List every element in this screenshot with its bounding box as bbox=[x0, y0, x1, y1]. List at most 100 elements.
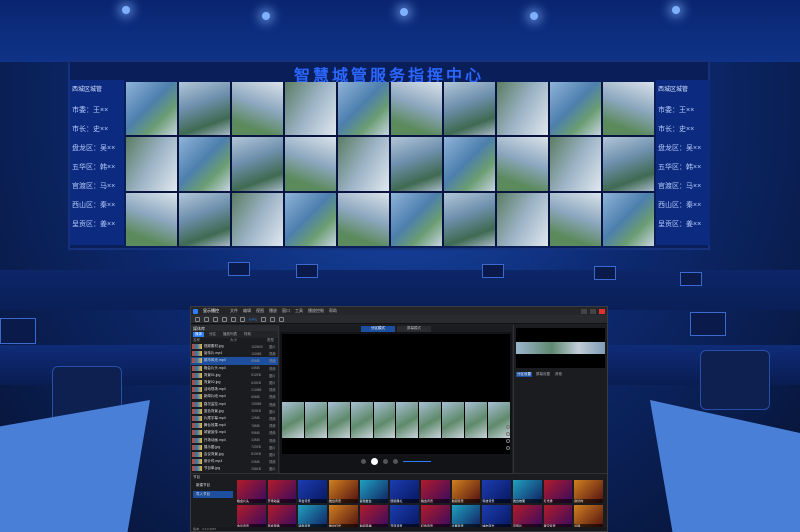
stop-icon[interactable] bbox=[383, 458, 388, 464]
tab-media[interactable]: 媒体 bbox=[193, 332, 204, 337]
grid-icon[interactable] bbox=[506, 446, 510, 450]
media-file-row[interactable]: 展示图.jpg 720KB 图片 bbox=[191, 444, 278, 451]
tab-screen-settings[interactable]: 屏幕设置 bbox=[535, 372, 551, 377]
media-file-name: 路况监控.mp4 bbox=[203, 401, 226, 406]
menu-tools[interactable]: 工具 bbox=[295, 308, 303, 314]
fit-icon[interactable] bbox=[506, 439, 510, 443]
new-program-button[interactable]: 新建节目 bbox=[193, 482, 233, 489]
media-thumbnail bbox=[192, 415, 202, 421]
menu-view[interactable]: 视图 bbox=[256, 308, 264, 314]
previous-icon[interactable] bbox=[361, 458, 366, 464]
program-thumbnail[interactable]: 科技背景 bbox=[482, 480, 511, 503]
layout-icon[interactable] bbox=[278, 316, 284, 322]
media-file-row[interactable]: 路况监控.mp4 190MB 视频 bbox=[191, 401, 278, 408]
record-icon[interactable] bbox=[260, 316, 266, 322]
program-thumbnail[interactable]: 晚会背景 bbox=[420, 480, 450, 503]
media-file-row[interactable]: 城管宣传.mp4 95MB 视频 bbox=[191, 429, 278, 436]
program-thumbnail[interactable]: 灯光秀 bbox=[543, 480, 573, 503]
open-icon[interactable] bbox=[204, 316, 209, 322]
program-thumbnail[interactable]: 年会现场 bbox=[267, 505, 297, 528]
media-file-row[interactable]: 宣传片.mp4 102MB 视频 bbox=[191, 350, 278, 357]
program-thumbnail[interactable]: 宣传片 bbox=[512, 505, 542, 528]
desk-monitor bbox=[228, 262, 250, 276]
tab-partition-settings[interactable]: 分区设置 bbox=[516, 372, 532, 377]
undo-icon[interactable] bbox=[222, 316, 227, 322]
media-file-row[interactable]: 活动现场.mp4 210MB 视频 bbox=[191, 386, 278, 393]
volume-slider[interactable] bbox=[403, 460, 431, 462]
menu-edit[interactable]: 编辑 bbox=[243, 308, 251, 314]
program-label: 颁奖典礼 bbox=[390, 499, 419, 503]
menu-file[interactable]: 文件 bbox=[230, 308, 238, 314]
media-file-size: 810KB bbox=[251, 452, 261, 457]
close-button[interactable] bbox=[599, 308, 605, 314]
program-thumbnail[interactable]: 星空背景 bbox=[543, 505, 573, 528]
preview-tile bbox=[396, 402, 419, 438]
settings-icon[interactable] bbox=[240, 316, 245, 322]
media-file-row[interactable]: 晚会片头.mp4 44MB 视频 bbox=[191, 365, 278, 372]
menu-window[interactable]: 窗口 bbox=[282, 308, 290, 314]
column-size[interactable]: 大小 bbox=[230, 338, 237, 343]
redo-icon[interactable] bbox=[231, 316, 236, 322]
program-thumbnail[interactable]: 新闻背景 bbox=[451, 480, 481, 503]
tab-partition-mode[interactable]: 分区模式 bbox=[361, 326, 395, 332]
media-file-row[interactable]: 倒计时.mp4 20MB 视频 bbox=[191, 458, 278, 465]
media-file-row[interactable]: 城市风光.mp4 85MB 视频 bbox=[191, 357, 278, 365]
program-thumbnail[interactable]: 会议背景 bbox=[237, 505, 266, 528]
media-file-row[interactable]: 片尾字幕.mp4 12MB 视频 bbox=[191, 415, 278, 422]
media-file-row[interactable]: 背景02.jpg 640KB 图片 bbox=[191, 379, 278, 386]
tab-playlist[interactable]: 播放列表 bbox=[221, 332, 239, 337]
zoom-out-icon[interactable] bbox=[506, 432, 510, 436]
tab-screen-mode[interactable]: 屏幕模式 bbox=[397, 326, 431, 332]
media-file-row[interactable]: 节目单.jpg 256KB 图片 bbox=[191, 465, 278, 472]
media-file-row[interactable]: 新闻片段.mp4 66MB 视频 bbox=[191, 393, 278, 400]
preview-canvas[interactable] bbox=[282, 334, 510, 454]
media-file-row[interactable]: 开场动画.mp4 33MB 视频 bbox=[191, 436, 278, 443]
program-thumbnail[interactable]: 舞台效果 bbox=[512, 480, 542, 503]
media-thumbnail bbox=[192, 358, 202, 364]
program-thumbnail[interactable]: 新闻直播 bbox=[359, 505, 389, 528]
program-thumbnail[interactable]: 节目背景 bbox=[390, 505, 419, 528]
program-thumbnail[interactable]: 颁奖典礼 bbox=[390, 480, 419, 503]
menu-playback-control[interactable]: 播放控制 bbox=[308, 308, 324, 314]
media-file-size: 1024KB bbox=[251, 344, 263, 349]
maximize-button[interactable] bbox=[590, 308, 596, 314]
camera-feed-tile bbox=[550, 82, 601, 136]
column-name[interactable]: 名称 bbox=[193, 338, 200, 343]
left-info-row: 呈贡区：姜×× bbox=[72, 221, 116, 228]
tab-partition[interactable]: 分区 bbox=[207, 332, 218, 337]
preview-tile bbox=[373, 402, 396, 438]
program-thumbnail[interactable]: 舞台背景 bbox=[328, 480, 358, 503]
media-file-row[interactable]: 蓝色背景.jpg 300KB 图片 bbox=[191, 408, 278, 415]
camera-feed-tile bbox=[232, 192, 283, 246]
program-thumbnail[interactable]: 蓝色背景 bbox=[298, 505, 327, 528]
program-thumbnail[interactable]: 倒计时 bbox=[574, 480, 603, 503]
tab-other[interactable]: 其他 bbox=[554, 372, 563, 377]
fps-indicator[interactable]: FPS bbox=[249, 317, 257, 322]
column-type[interactable]: 类型 bbox=[267, 338, 274, 343]
play-icon[interactable] bbox=[371, 457, 378, 465]
media-file-row[interactable]: 视频素材.jpg 1024KB 图片 bbox=[191, 343, 278, 350]
media-file-row[interactable]: 背景01.jpg 512KB 图片 bbox=[191, 372, 278, 379]
new-icon[interactable] bbox=[195, 316, 200, 322]
program-thumbnail[interactable]: 舞台灯光 bbox=[328, 505, 358, 528]
menu-help[interactable]: 帮助 bbox=[329, 308, 337, 314]
tab-effects[interactable]: 特效 bbox=[242, 332, 253, 337]
program-thumbnail[interactable]: 晚会片头 bbox=[237, 480, 266, 503]
media-file-type: 图片 bbox=[269, 373, 276, 378]
program-thumbnail[interactable]: 大屏背景 bbox=[451, 505, 481, 528]
import-program-button[interactable]: 导入节目 bbox=[193, 491, 233, 498]
program-thumbnail[interactable]: 红色背景 bbox=[420, 505, 450, 528]
save-icon[interactable] bbox=[213, 316, 218, 322]
volume-icon[interactable] bbox=[393, 458, 398, 464]
program-thumbnail[interactable]: 城市风光 bbox=[482, 505, 511, 528]
menu-play[interactable]: 播放 bbox=[269, 308, 277, 314]
program-thumbnail[interactable]: 开场动画 bbox=[267, 480, 297, 503]
program-thumbnail[interactable]: 年会背景 bbox=[298, 480, 327, 503]
program-thumbnail[interactable]: 片尾 bbox=[574, 505, 603, 528]
zoom-in-icon[interactable] bbox=[506, 425, 510, 429]
minimize-button[interactable] bbox=[581, 308, 587, 314]
program-thumbnail[interactable]: 蓝色舞台 bbox=[359, 480, 389, 503]
media-file-row[interactable]: 舞台效果.mp4 78MB 视频 bbox=[191, 422, 278, 429]
media-file-row[interactable]: 会议背景.jpg 810KB 图片 bbox=[191, 451, 278, 458]
screen-icon[interactable] bbox=[269, 316, 275, 322]
